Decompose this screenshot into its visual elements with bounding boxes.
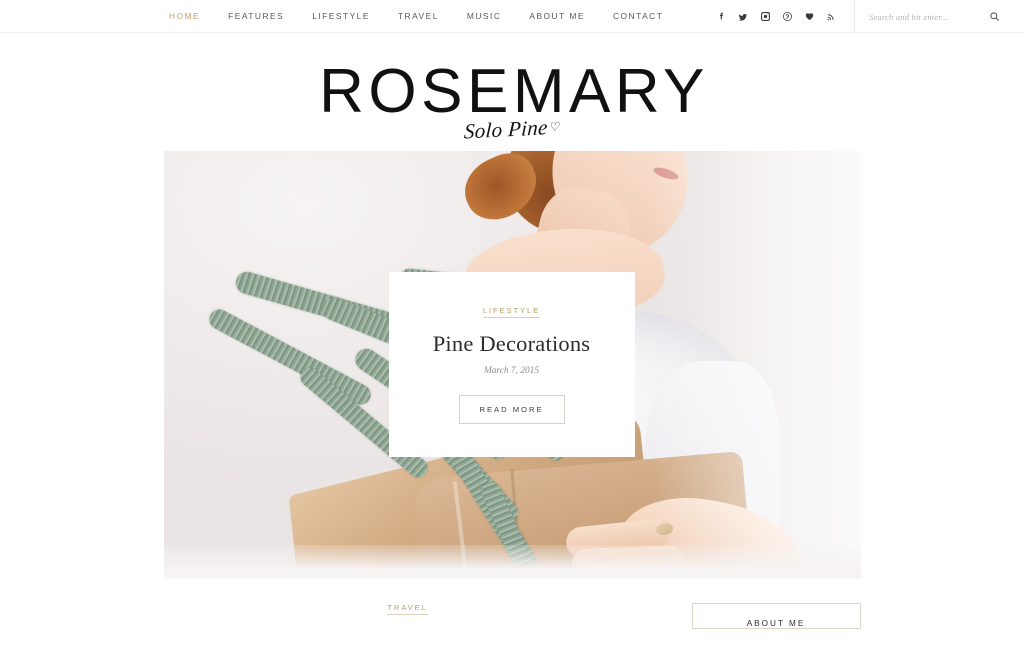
nav-item-travel[interactable]: TRAVEL — [384, 11, 453, 21]
tagline-text: Solo Pine — [463, 115, 548, 144]
about-me-widget: ABOUT ME — [691, 603, 861, 629]
hero-post-card: LIFESTYLE Pine Decorations March 7, 2015… — [388, 272, 635, 457]
nav-item-home[interactable]: HOME — [155, 11, 214, 21]
facebook-icon[interactable] — [713, 9, 729, 25]
post-category-link-travel[interactable]: TRAVEL — [387, 603, 428, 615]
sidebar: ABOUT ME — [691, 603, 861, 629]
hero-post-date: March 7, 2015 — [483, 365, 540, 376]
read-more-button[interactable]: READ MORE — [458, 394, 565, 424]
site-logo[interactable]: ROSEMARY Solo Pine ♡ — [0, 33, 1024, 149]
post-list: TRAVEL — [164, 603, 652, 629]
instagram-icon[interactable] — [757, 9, 773, 25]
nav-item-contact[interactable]: CONTACT — [599, 11, 677, 21]
search-input[interactable] — [869, 11, 989, 22]
content-area: TRAVEL ABOUT ME — [164, 579, 861, 629]
nav-item-features[interactable]: FEATURES — [214, 11, 298, 21]
main-menu: HOME FEATURES LIFESTYLE TRAVEL MUSIC ABO… — [155, 11, 677, 21]
hero-post-title[interactable]: Pine Decorations — [433, 331, 591, 357]
twitter-icon[interactable] — [735, 9, 751, 25]
search-icon[interactable] — [989, 11, 1000, 22]
top-navigation-bar: HOME FEATURES LIFESTYLE TRAVEL MUSIC ABO… — [0, 0, 1024, 33]
bloglovin-heart-icon[interactable] — [801, 9, 817, 25]
nav-item-about-me[interactable]: ABOUT ME — [515, 11, 599, 21]
nav-item-music[interactable]: MUSIC — [453, 11, 516, 21]
search-form — [854, 0, 1024, 33]
header-utilities — [710, 0, 1024, 33]
about-me-widget-title: ABOUT ME — [746, 619, 806, 628]
pinterest-icon[interactable] — [779, 9, 795, 25]
heart-icon: ♡ — [548, 119, 561, 135]
nav-item-lifestyle[interactable]: LIFESTYLE — [298, 11, 384, 21]
site-tagline: Solo Pine ♡ — [463, 114, 561, 144]
social-links — [710, 9, 854, 25]
site-title: ROSEMARY — [319, 57, 709, 126]
rss-icon[interactable] — [823, 9, 839, 25]
hero-category-link[interactable]: LIFESTYLE — [482, 306, 541, 318]
featured-post-hero: LIFESTYLE Pine Decorations March 7, 2015… — [163, 151, 861, 579]
